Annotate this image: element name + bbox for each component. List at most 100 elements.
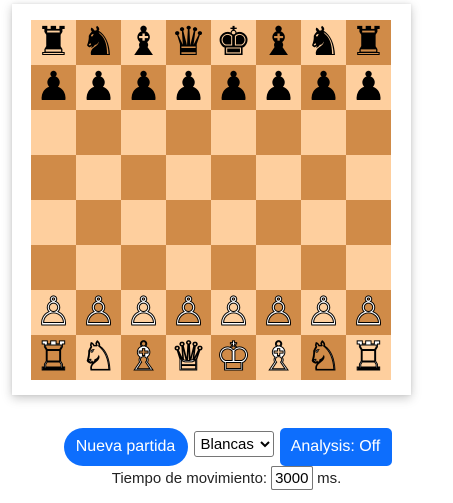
square-a5[interactable] [31,155,76,200]
square-d8[interactable]: ♛ [166,20,211,65]
white-pawn-icon[interactable]: ♙ [170,289,207,335]
white-pawn-icon[interactable]: ♙ [125,289,162,335]
square-g8[interactable]: ♞ [301,20,346,65]
square-d3[interactable] [166,245,211,290]
black-bishop-icon[interactable]: ♝ [261,20,297,65]
black-queen-icon[interactable]: ♛ [171,20,207,65]
black-king-icon[interactable]: ♚ [216,20,252,65]
white-pawn-icon[interactable]: ♙ [215,289,252,335]
square-c5[interactable] [121,155,166,200]
square-e2[interactable]: ♙ [211,289,256,335]
square-h7[interactable]: ♟ [346,65,391,110]
square-e7[interactable]: ♟ [211,65,256,110]
square-h3[interactable] [346,245,391,290]
square-g1[interactable]: ♘ [301,334,346,380]
square-a1[interactable]: ♖ [31,334,76,380]
square-f2[interactable]: ♙ [256,289,301,335]
black-bishop-icon[interactable]: ♝ [126,20,162,65]
black-pawn-icon[interactable]: ♟ [351,65,387,110]
square-d7[interactable]: ♟ [166,65,211,110]
white-pawn-icon[interactable]: ♙ [350,289,387,335]
square-d5[interactable] [166,155,211,200]
square-g3[interactable] [301,245,346,290]
white-rook-icon[interactable]: ♖ [35,334,72,380]
white-knight-icon[interactable]: ♘ [80,334,117,380]
square-e3[interactable] [211,245,256,290]
square-b1[interactable]: ♘ [76,334,121,380]
square-c2[interactable]: ♙ [121,289,166,335]
square-f3[interactable] [256,245,301,290]
black-knight-icon[interactable]: ♞ [306,20,342,65]
square-h2[interactable]: ♙ [346,289,391,335]
analysis-toggle-button[interactable]: Analysis: Off [279,428,392,466]
square-f5[interactable] [256,155,301,200]
square-e8[interactable]: ♚ [211,20,256,65]
black-pawn-icon[interactable]: ♟ [81,65,117,110]
square-g6[interactable] [301,110,346,155]
square-d2[interactable]: ♙ [166,289,211,335]
square-a3[interactable] [31,245,76,290]
white-pawn-icon[interactable]: ♙ [80,289,117,335]
square-g4[interactable] [301,200,346,245]
black-pawn-icon[interactable]: ♟ [171,65,207,110]
square-h5[interactable] [346,155,391,200]
square-b5[interactable] [76,155,121,200]
new-game-button[interactable]: Nueva partida [63,428,188,466]
square-b8[interactable]: ♞ [76,20,121,65]
white-knight-icon[interactable]: ♘ [305,334,342,380]
square-b7[interactable]: ♟ [76,65,121,110]
black-rook-icon[interactable]: ♜ [351,20,387,65]
square-d1[interactable]: ♕ [166,334,211,380]
square-b4[interactable] [76,200,121,245]
square-h1[interactable]: ♖ [346,334,391,380]
square-d6[interactable] [166,110,211,155]
black-rook-icon[interactable]: ♜ [36,20,72,65]
white-king-icon[interactable]: ♔ [215,334,252,380]
white-rook-icon[interactable]: ♖ [350,334,387,380]
black-pawn-icon[interactable]: ♟ [126,65,162,110]
square-a8[interactable]: ♜ [31,20,76,65]
move-time-input[interactable] [271,466,314,490]
square-e5[interactable] [211,155,256,200]
white-pawn-icon[interactable]: ♙ [305,289,342,335]
square-b2[interactable]: ♙ [76,289,121,335]
square-h8[interactable]: ♜ [346,20,391,65]
square-c3[interactable] [121,245,166,290]
white-queen-icon[interactable]: ♕ [170,334,207,380]
square-g7[interactable]: ♟ [301,65,346,110]
square-f4[interactable] [256,200,301,245]
square-c8[interactable]: ♝ [121,20,166,65]
black-pawn-icon[interactable]: ♟ [216,65,252,110]
square-e1[interactable]: ♔ [211,334,256,380]
square-c4[interactable] [121,200,166,245]
square-a2[interactable]: ♙ [31,289,76,335]
black-pawn-icon[interactable]: ♟ [261,65,297,110]
square-b3[interactable] [76,245,121,290]
square-e6[interactable] [211,110,256,155]
square-f1[interactable]: ♗ [256,334,301,380]
square-g2[interactable]: ♙ [301,289,346,335]
square-c7[interactable]: ♟ [121,65,166,110]
square-f8[interactable]: ♝ [256,20,301,65]
white-bishop-icon[interactable]: ♗ [260,334,297,380]
square-c1[interactable]: ♗ [121,334,166,380]
square-h4[interactable] [346,200,391,245]
square-a6[interactable] [31,110,76,155]
square-a7[interactable]: ♟ [31,65,76,110]
white-pawn-icon[interactable]: ♙ [260,289,297,335]
black-knight-icon[interactable]: ♞ [81,20,117,65]
square-g5[interactable] [301,155,346,200]
square-c6[interactable] [121,110,166,155]
white-bishop-icon[interactable]: ♗ [125,334,162,380]
chess-board[interactable]: ♜ ♞ ♝ ♛ ♚ ♝ ♞ ♜ ♟ ♟ ♟ ♟ ♟ ♟ ♟ ♟ ♙ ♙ ♙ ♙ ♙ ♙ ♙ ♙ ♖ ♘ ♗ ♕ ♔ ♗ ♘ ♖ [31,20,391,380]
player-color-select[interactable]: Blancas [193,431,274,457]
black-pawn-icon[interactable]: ♟ [306,65,342,110]
square-d4[interactable] [166,200,211,245]
square-h6[interactable] [346,110,391,155]
square-b6[interactable] [76,110,121,155]
white-pawn-icon[interactable]: ♙ [35,289,72,335]
square-f7[interactable]: ♟ [256,65,301,110]
black-pawn-icon[interactable]: ♟ [36,65,72,110]
square-a4[interactable] [31,200,76,245]
square-e4[interactable] [211,200,256,245]
